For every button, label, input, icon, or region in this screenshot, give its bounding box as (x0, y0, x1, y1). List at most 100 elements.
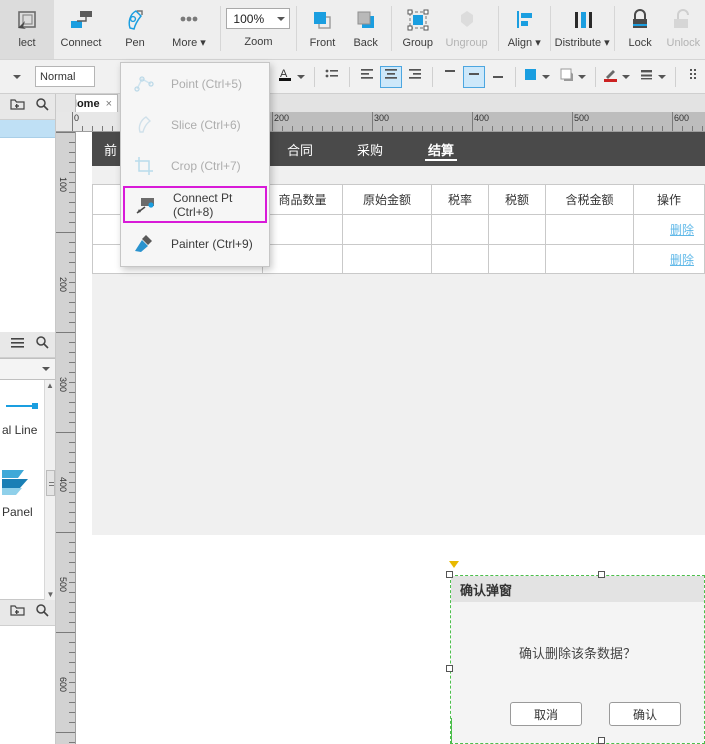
list-item[interactable]: al Line (0, 398, 40, 437)
menu-item-painter[interactable]: Painter (Ctrl+9) (121, 223, 269, 264)
menu-item-slice[interactable]: Slice (Ctrl+6) (121, 104, 269, 145)
page-list-selected-item[interactable] (0, 120, 55, 138)
border-style-button[interactable] (637, 66, 670, 88)
align-label: Align ▾ (508, 36, 541, 50)
vertical-ruler[interactable]: 100 200 300 400 500 600 (56, 132, 76, 744)
widget-library-select[interactable] (0, 358, 55, 380)
masters-list[interactable] (0, 626, 55, 744)
page-list[interactable] (0, 138, 55, 332)
more-tools-label: More ▾ (172, 36, 206, 50)
menu-item-crop[interactable]: Crop (Ctrl+7) (121, 145, 269, 186)
chevron-down-icon[interactable] (619, 75, 633, 79)
valign-middle-button[interactable] (463, 66, 485, 88)
align-icon (510, 6, 538, 36)
table-header-cell: 原始金额 (342, 184, 431, 214)
ruler-tick-label: 100 (58, 177, 68, 192)
bullet-list-button[interactable] (321, 66, 343, 88)
nav-active-underline (425, 159, 457, 161)
widget-list-scrollbar[interactable]: ▲ ▼ (44, 380, 55, 600)
format-divider (432, 67, 433, 87)
chevron-down-icon[interactable] (277, 17, 285, 21)
search-icon[interactable] (35, 335, 49, 354)
table-header-cell: 税率 (431, 184, 488, 214)
align-button[interactable]: Align ▾ (503, 0, 546, 59)
table-cell-action: 删除 (633, 244, 705, 274)
group-icon (404, 6, 432, 36)
add-master-icon[interactable] (10, 603, 25, 622)
unlock-button[interactable]: Unlock (662, 0, 705, 59)
paragraph-style-select[interactable]: Normal (35, 66, 95, 87)
lock-button[interactable]: Lock (618, 0, 661, 59)
chevron-down-icon[interactable] (539, 75, 553, 79)
valign-top-button[interactable] (439, 66, 461, 88)
chevron-down-icon[interactable] (655, 75, 669, 79)
align-right-icon (407, 67, 423, 86)
group-label: Group (402, 36, 433, 50)
valign-bottom-icon (490, 67, 506, 86)
add-page-icon[interactable] (10, 97, 25, 116)
more-options-button[interactable] (682, 66, 704, 88)
resize-handle-middle-left[interactable] (446, 665, 453, 672)
fill-color-button[interactable] (521, 66, 554, 88)
more-tools-button[interactable]: More ▾ (162, 0, 216, 59)
font-color-button[interactable]: A (276, 66, 309, 88)
table-cell (488, 214, 545, 244)
slice-tool-icon (131, 114, 157, 136)
send-back-button[interactable]: Back (344, 0, 387, 59)
scrollbar-thumb[interactable] (46, 470, 55, 496)
nav-item-contract[interactable]: 合同 (287, 132, 313, 166)
bring-front-icon (308, 6, 336, 36)
table-header-cell: 商品数量 (262, 184, 342, 214)
format-divider (314, 67, 315, 87)
resize-handle-top-center[interactable] (598, 571, 605, 578)
align-center-icon (383, 67, 399, 86)
align-left-button[interactable] (356, 66, 378, 88)
delete-link[interactable]: 删除 (670, 251, 694, 268)
lock-icon (626, 6, 654, 36)
list-item[interactable]: Panel (0, 464, 42, 519)
group-button[interactable]: Group (396, 0, 439, 59)
resize-handle-bottom-center[interactable] (598, 737, 605, 744)
distribute-button[interactable]: Distribute ▾ (555, 0, 610, 59)
menu-item-point[interactable]: Point (Ctrl+5) (121, 63, 269, 104)
style-dropdown-arrow[interactable] (6, 66, 28, 88)
format-divider (595, 67, 596, 87)
delete-link[interactable]: 删除 (670, 221, 694, 238)
connect-tool-button[interactable]: Connect (54, 0, 108, 59)
line-color-button[interactable] (601, 66, 634, 88)
align-center-button[interactable] (380, 66, 402, 88)
fill-color-icon (522, 66, 539, 88)
scroll-up-arrow-icon[interactable]: ▲ (45, 380, 55, 391)
line-color-icon (602, 66, 619, 88)
hamburger-icon[interactable] (10, 336, 25, 354)
search-icon[interactable] (35, 603, 49, 622)
shadow-button[interactable] (557, 66, 590, 88)
ungroup-label: Ungroup (445, 36, 487, 50)
bring-front-button[interactable]: Front (301, 0, 344, 59)
nav-item-purchase[interactable]: 采购 (357, 132, 383, 166)
nav-item-partial[interactable]: 前 (104, 132, 117, 166)
widget-library-list[interactable]: al Line Panel ▲ (0, 380, 55, 600)
ungroup-button[interactable]: Ungroup (439, 0, 493, 59)
resize-handle-top-left[interactable] (446, 571, 453, 578)
ruler-tick-label: 200 (274, 113, 289, 123)
tools-group: lect Connect (0, 0, 216, 59)
scroll-down-arrow-icon[interactable]: ▼ (45, 589, 56, 600)
chevron-down-icon (42, 367, 50, 371)
rotation-marker-icon[interactable] (449, 561, 459, 568)
format-divider (675, 67, 676, 87)
chevron-down-icon[interactable] (294, 75, 308, 79)
point-tool-icon (131, 73, 157, 95)
valign-bottom-button[interactable] (487, 66, 509, 88)
zoom-input[interactable]: 100% (226, 8, 290, 29)
chevron-down-icon[interactable] (575, 75, 589, 79)
pen-tool-button[interactable]: Pen (108, 0, 162, 59)
format-divider (515, 67, 516, 87)
confirm-dialog-widget[interactable]: 确认弹窗 确认删除该条数据？ 取消 确认 (450, 575, 705, 744)
search-icon[interactable] (35, 97, 49, 116)
more-tools-menu[interactable]: Point (Ctrl+5) Slice (Ctrl+6) Crop (Ctrl… (120, 62, 270, 267)
menu-item-connect-pt[interactable]: Connect Pt (Ctrl+8) (123, 186, 267, 223)
close-icon[interactable]: × (106, 98, 112, 110)
select-tool-button[interactable]: lect (0, 0, 54, 59)
align-right-button[interactable] (404, 66, 426, 88)
